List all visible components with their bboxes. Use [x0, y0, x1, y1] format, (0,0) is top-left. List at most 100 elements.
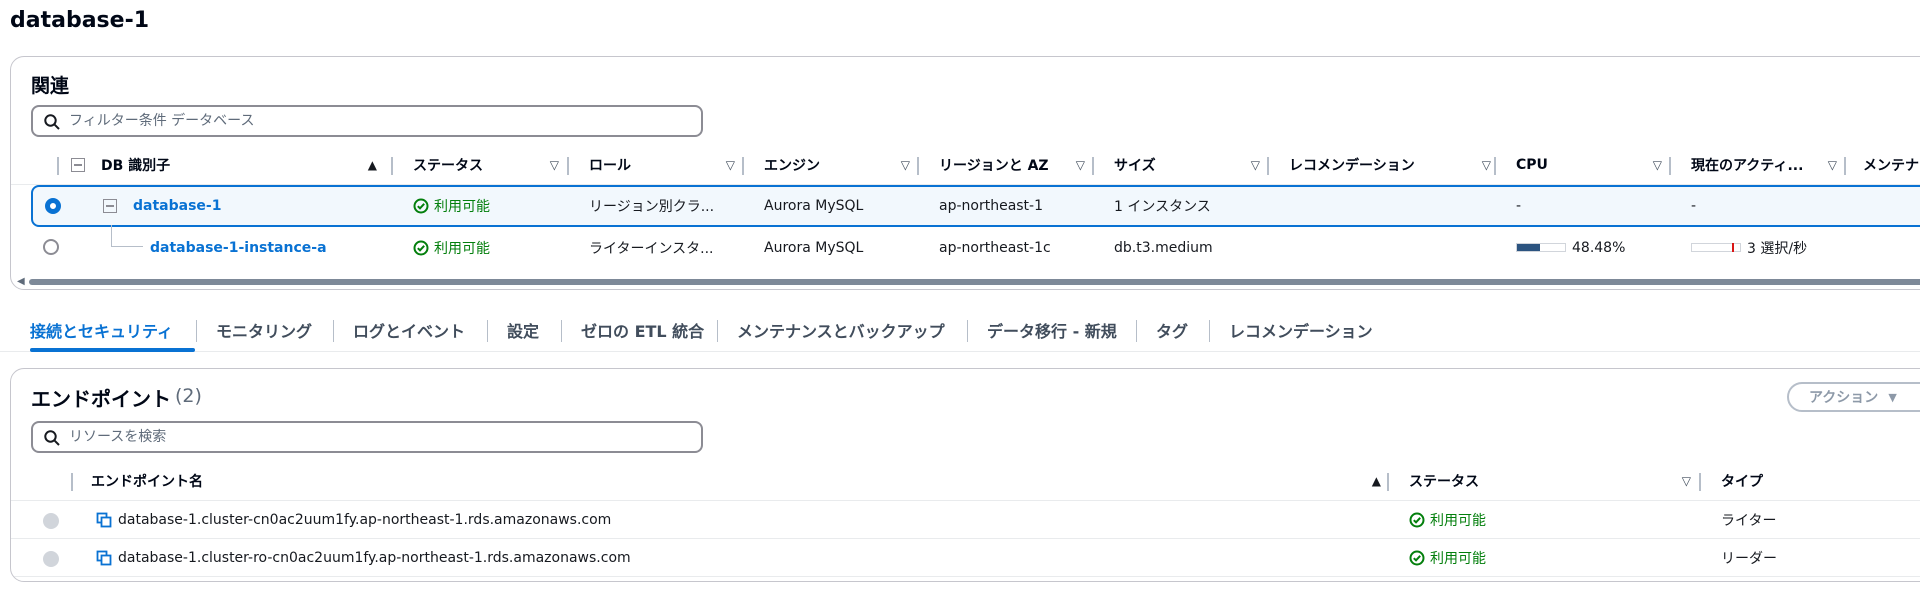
page-title: database-1 [10, 8, 150, 33]
table-row[interactable]: database-1.cluster-ro-cn0ac2uum1fy.ap-no… [11, 539, 1920, 577]
table-row-cluster[interactable]: database-1 利用可能 リージョン別クラ... Aurora MySQL… [31, 185, 1920, 227]
column-separator [57, 157, 59, 175]
region-cell: ap-northeast-1c [939, 239, 1051, 256]
tab-separator [487, 320, 488, 342]
search-icon [44, 114, 60, 130]
tab-separator [196, 320, 197, 342]
engine-cell: Aurora MySQL [764, 239, 864, 256]
tab-separator [333, 320, 334, 342]
activity-cell: - [1691, 198, 1697, 214]
column-header-recommendation[interactable]: レコメンデーション ▽ [1289, 145, 1499, 185]
column-separator[interactable] [1387, 473, 1389, 491]
column-separator[interactable] [1699, 473, 1701, 491]
endpoints-table-header: エンドポイント名 ▲ ステータス ▽ タイプ [11, 461, 1920, 501]
endpoints-search[interactable] [31, 421, 703, 453]
activity-value: 3 選択/秒 [1747, 240, 1808, 257]
activity-meter-mark [1732, 243, 1734, 252]
cpu-value: 48.48% [1572, 239, 1626, 256]
tab-zero-etl[interactable]: ゼロの ETL 統合 [581, 308, 704, 351]
tab-separator [1136, 320, 1137, 342]
column-separator[interactable] [1844, 157, 1846, 175]
column-header-current-activity[interactable]: 現在のアクティ... ▽ [1691, 145, 1845, 185]
column-separator[interactable] [1267, 157, 1269, 175]
column-header-endpoint-name[interactable]: エンドポイント名 ▲ [91, 461, 1389, 501]
row-select-radio[interactable] [43, 513, 59, 529]
row-select-radio[interactable] [45, 198, 61, 214]
column-separator[interactable] [567, 157, 569, 175]
tab-configuration[interactable]: 設定 [507, 308, 539, 351]
column-header-size[interactable]: サイズ ▽ [1114, 145, 1268, 185]
column-separator[interactable] [742, 157, 744, 175]
status-badge: 利用可能 [413, 238, 490, 258]
related-panel: 関連 DB 識別子 ▲ ステータス ▽ ロール ▽ エンジン ▽ [10, 56, 1920, 290]
column-separator[interactable] [1092, 157, 1094, 175]
status-ok-icon [1409, 512, 1425, 527]
table-row[interactable]: database-1.cluster-cn0ac2uum1fy.ap-north… [11, 501, 1920, 539]
scrollbar-thumb[interactable] [29, 279, 1920, 285]
db-identifier-link[interactable]: database-1-instance-a [150, 240, 327, 256]
sort-desc-icon: ▽ [1827, 158, 1837, 172]
column-header-engine[interactable]: エンジン ▽ [764, 145, 918, 185]
column-header-status[interactable]: ステータス ▽ [413, 145, 567, 185]
cpu-cell: 48.48% [1516, 227, 1666, 268]
endpoints-panel: エンドポイント (2) アクション ▼ エンドポイント名 ▲ ステータス ▽ タ… [10, 368, 1920, 582]
size-cell: db.t3.medium [1114, 239, 1213, 256]
row-select-radio[interactable] [43, 551, 59, 567]
cpu-meter-fill [1517, 244, 1541, 251]
status-badge: 利用可能 [1409, 548, 1486, 568]
tab-connectivity-security[interactable]: 接続とセキュリティ [30, 308, 173, 351]
expander-icon [103, 199, 117, 213]
endpoint-type: リーダー [1721, 550, 1777, 567]
status-badge: 利用可能 [1409, 510, 1486, 530]
search-icon [44, 430, 60, 446]
region-cell: ap-northeast-1 [939, 198, 1044, 214]
endpoints-search-input[interactable] [69, 427, 669, 447]
column-separator[interactable] [917, 157, 919, 175]
column-separator[interactable] [1494, 157, 1496, 175]
status-ok-icon [1409, 550, 1425, 565]
tab-data-migration[interactable]: データ移行 - 新規 [987, 308, 1117, 351]
related-search-input[interactable] [69, 111, 669, 131]
row-expander[interactable] [103, 187, 119, 225]
tab-monitoring[interactable]: モニタリング [216, 308, 312, 351]
column-header-region-az[interactable]: リージョンと AZ ▽ [939, 145, 1093, 185]
sort-desc-icon: ▽ [1681, 474, 1691, 488]
actions-button[interactable]: アクション ▼ [1787, 382, 1920, 412]
tab-separator [717, 320, 718, 342]
column-separator[interactable] [391, 157, 393, 175]
activity-cell: 3 選択/秒 [1691, 227, 1841, 268]
endpoints-count: (2) [175, 385, 202, 407]
endpoints-title: エンドポイント [31, 387, 171, 411]
copy-icon[interactable] [96, 512, 112, 528]
sort-desc-icon: ▽ [1481, 158, 1491, 172]
tab-recommendations[interactable]: レコメンデーション [1229, 308, 1373, 351]
sort-desc-icon: ▽ [1250, 158, 1260, 172]
column-header-role[interactable]: ロール ▽ [589, 145, 743, 185]
tab-tags[interactable]: タグ [1156, 308, 1188, 351]
sort-desc-icon: ▽ [725, 158, 735, 172]
tab-separator [1209, 320, 1210, 342]
db-identifier-link[interactable]: database-1 [133, 198, 221, 214]
column-header-cpu[interactable]: CPU ▽ [1516, 145, 1670, 185]
tab-maintenance-backup[interactable]: メンテナンスとバックアップ [737, 308, 945, 351]
tab-separator [561, 320, 562, 342]
column-header-maintenance[interactable]: メンテナ [1863, 145, 1920, 185]
scroll-left-icon[interactable]: ◀ [17, 276, 25, 287]
cpu-meter [1516, 243, 1566, 252]
column-header-identifier[interactable]: DB 識別子 ▲ [101, 145, 385, 185]
collapse-all-expander[interactable] [71, 145, 85, 185]
endpoint-type: ライター [1721, 512, 1777, 529]
column-header-status[interactable]: ステータス ▽ [1409, 461, 1699, 501]
tree-connector [111, 225, 143, 247]
row-select-radio[interactable] [43, 239, 59, 255]
column-separator[interactable] [1669, 157, 1671, 175]
horizontal-scrollbar[interactable]: ◀ [11, 275, 1920, 289]
related-heading: 関連 [31, 75, 70, 97]
copy-icon[interactable] [96, 550, 112, 566]
column-header-type[interactable]: タイプ [1721, 461, 1920, 501]
tab-logs-events[interactable]: ログとイベント [353, 308, 465, 351]
table-row-instance[interactable]: database-1-instance-a 利用可能 ライターインスタ... A… [11, 225, 1920, 268]
related-search[interactable] [31, 105, 703, 137]
role-cell: ライターインスタ... [589, 240, 714, 257]
related-table-header: DB 識別子 ▲ ステータス ▽ ロール ▽ エンジン ▽ リージョンと AZ … [11, 145, 1920, 185]
